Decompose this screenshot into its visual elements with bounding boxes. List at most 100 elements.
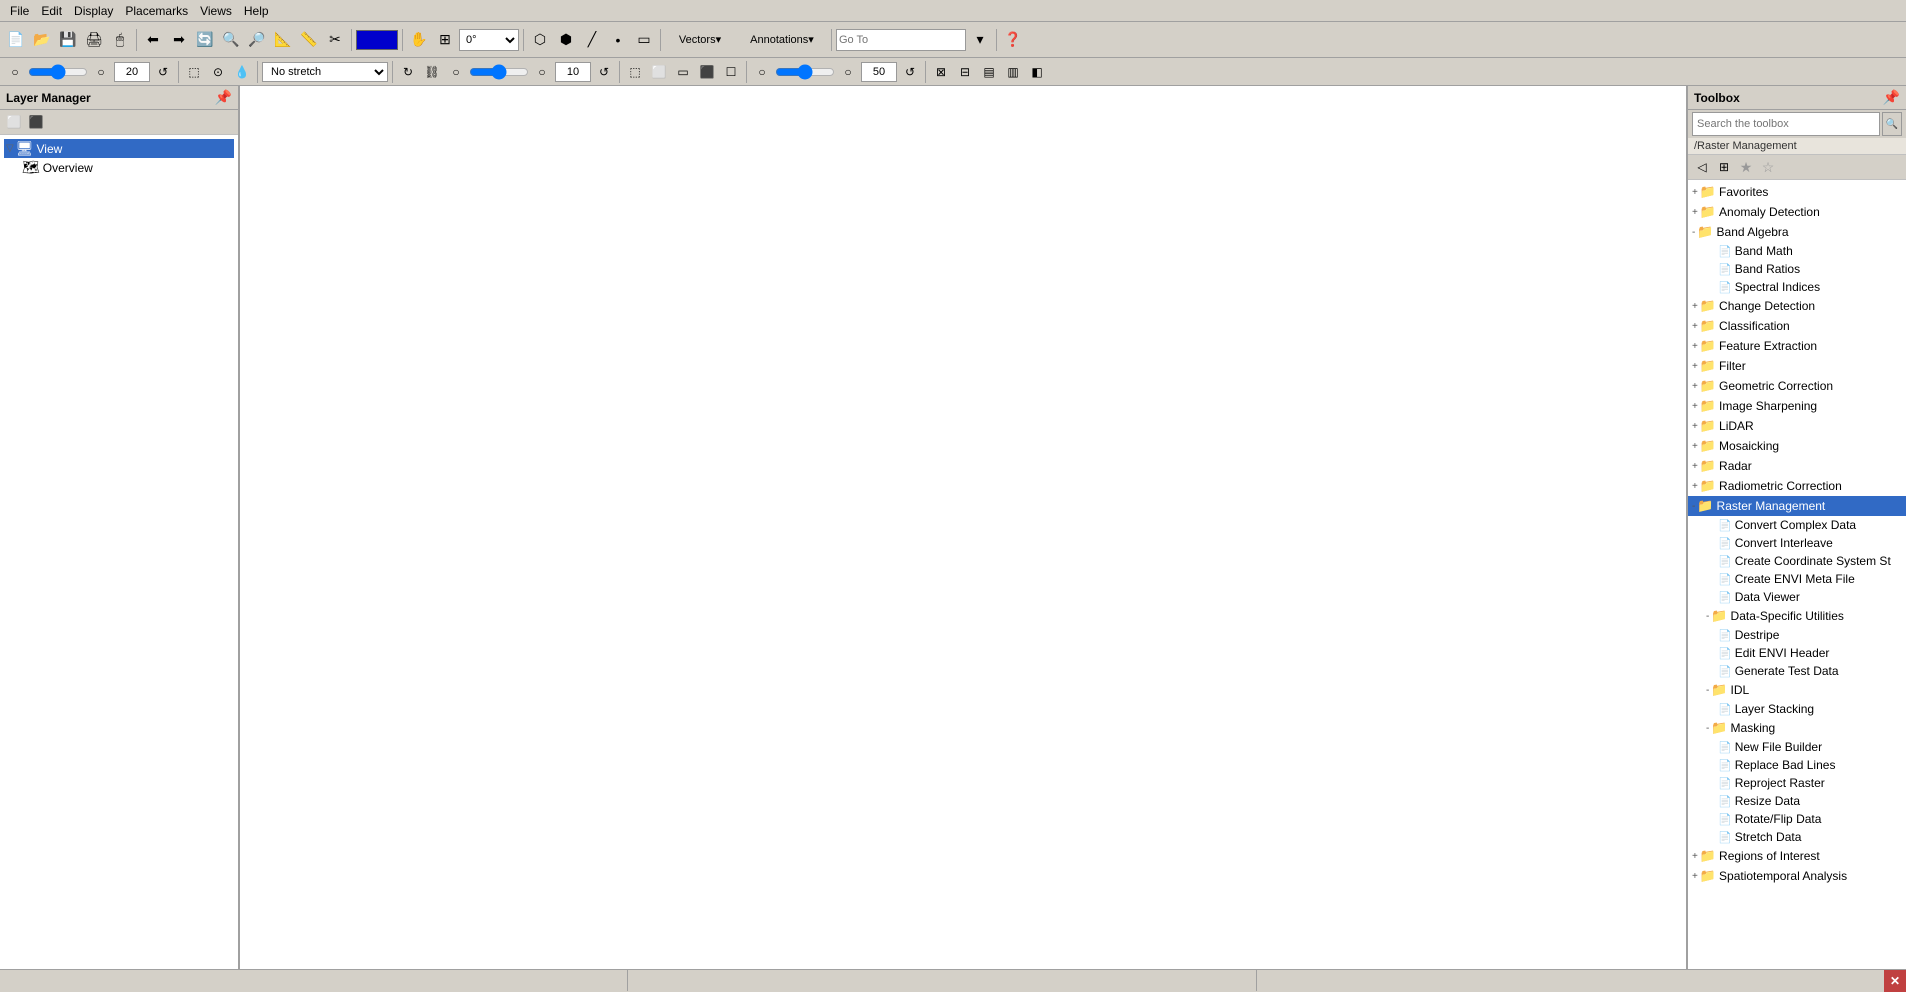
tb-save[interactable]: 💾 (56, 28, 80, 52)
status-close-btn[interactable]: ✕ (1884, 970, 1906, 992)
toolbox-tree-item-25[interactable]: 📄Generate Test Data (1688, 662, 1906, 680)
expand-icon-0[interactable]: + (1692, 187, 1698, 198)
toolbox-tree-item-26[interactable]: -📁IDL (1688, 680, 1906, 700)
toolbox-tree-item-2[interactable]: -📁Band Algebra (1688, 222, 1906, 242)
tb-ruler[interactable]: 📏 (297, 28, 321, 52)
expand-icon-8[interactable]: + (1692, 341, 1698, 352)
layer-collapse-all[interactable]: ⬜ (4, 112, 24, 132)
tb-point[interactable]: • (606, 28, 630, 52)
expand-icon-1[interactable]: + (1692, 207, 1698, 218)
tb2-btn1[interactable]: ⬚ (624, 61, 646, 83)
tb2-select-rect[interactable]: ⬚ (183, 61, 205, 83)
zoom-value-3[interactable]: 50 (861, 62, 897, 82)
tb2-circle5[interactable]: ○ (751, 61, 773, 83)
toolbox-tree-item-16[interactable]: -📁Raster Management (1688, 496, 1906, 516)
tb2-btn4[interactable]: ⬛ (696, 61, 718, 83)
tb-help[interactable]: ❓ (1001, 28, 1025, 52)
stretch-dropdown[interactable]: No stretch Linear Histogram Equalize Gau… (262, 62, 388, 82)
toolbox-tree-item-36[interactable]: +📁Spatiotemporal Analysis (1688, 866, 1906, 886)
toolbox-tree-item-24[interactable]: 📄Edit ENVI Header (1688, 644, 1906, 662)
toolbox-tree-item-20[interactable]: 📄Create ENVI Meta File (1688, 570, 1906, 588)
tb2-circle3[interactable]: ○ (445, 61, 467, 83)
expand-icon-9[interactable]: + (1692, 361, 1698, 372)
toolbox-tree-item-4[interactable]: 📄Band Ratios (1688, 260, 1906, 278)
vectors-dropdown-btn[interactable]: Vectors ▾ (665, 28, 735, 52)
tb-open[interactable]: 📂 (30, 28, 54, 52)
expand-icon-10[interactable]: + (1692, 381, 1698, 392)
toolbox-nav-toggle[interactable]: ⊞ (1714, 157, 1734, 177)
tb-pan[interactable]: ✋ (407, 28, 431, 52)
expand-icon-14[interactable]: + (1692, 461, 1698, 472)
toolbox-tree-item-18[interactable]: 📄Convert Interleave (1688, 534, 1906, 552)
toolbox-tree-item-1[interactable]: +📁Anomaly Detection (1688, 202, 1906, 222)
toolbox-nav-back[interactable]: ◁ (1692, 157, 1712, 177)
toolbox-tree-item-5[interactable]: 📄Spectral Indices (1688, 278, 1906, 296)
toolbox-tree-item-12[interactable]: +📁LiDAR (1688, 416, 1906, 436)
expand-icon-36[interactable]: + (1692, 871, 1698, 882)
tb-cut[interactable]: ✂ (323, 28, 347, 52)
tb2-refresh3[interactable]: ↺ (899, 61, 921, 83)
tb2-circle6[interactable]: ○ (837, 61, 859, 83)
tb2-pick[interactable]: 💧 (231, 61, 253, 83)
map-area[interactable] (240, 86, 1686, 969)
menu-display[interactable]: Display (68, 2, 119, 20)
tb2-btn3[interactable]: ▭ (672, 61, 694, 83)
tb2-snap3[interactable]: ▤ (978, 61, 1000, 83)
toolbox-tree-item-6[interactable]: +📁Change Detection (1688, 296, 1906, 316)
zoom-slider-2[interactable] (469, 64, 529, 80)
tb-zoom-extent[interactable]: ⊞ (433, 28, 457, 52)
tb2-snap5[interactable]: ◧ (1026, 61, 1048, 83)
expand-icon-15[interactable]: + (1692, 481, 1698, 492)
toolbox-tree-item-30[interactable]: 📄Replace Bad Lines (1688, 756, 1906, 774)
tb2-circle4[interactable]: ○ (531, 61, 553, 83)
expand-icon-22[interactable]: - (1706, 611, 1709, 622)
tb2-snap2[interactable]: ⊟ (954, 61, 976, 83)
tb2-btn5[interactable]: ☐ (720, 61, 742, 83)
expand-view[interactable]: ▽ (6, 143, 14, 154)
tb2-refresh2[interactable]: ↺ (593, 61, 615, 83)
expand-icon-2[interactable]: - (1692, 227, 1695, 238)
toolbox-pin[interactable]: 📌 (1883, 89, 1900, 106)
toolbox-tree-item-35[interactable]: +📁Regions of Interest (1688, 846, 1906, 866)
toolbox-tree-item-17[interactable]: 📄Convert Complex Data (1688, 516, 1906, 534)
layer-manager-pin[interactable]: 📌 (215, 89, 232, 106)
toolbox-star1[interactable]: ★ (1736, 157, 1756, 177)
color-box[interactable] (356, 30, 398, 50)
expand-icon-12[interactable]: + (1692, 421, 1698, 432)
expand-icon-7[interactable]: + (1692, 321, 1698, 332)
expand-icon-26[interactable]: - (1706, 685, 1709, 696)
tb2-refresh[interactable]: ↺ (152, 61, 174, 83)
tb-arrow2[interactable]: ➡ (167, 28, 191, 52)
expand-icon-16[interactable]: - (1692, 501, 1695, 512)
zoom-value-2[interactable]: 10 (555, 62, 591, 82)
tb-polygon[interactable]: ⬢ (554, 28, 578, 52)
tb-line[interactable]: ╱ (580, 28, 604, 52)
toolbox-search-btn[interactable]: 🔍 (1882, 112, 1902, 136)
toolbox-tree-item-29[interactable]: 📄New File Builder (1688, 738, 1906, 756)
expand-icon-6[interactable]: + (1692, 301, 1698, 312)
toolbox-tree-item-0[interactable]: +📁Favorites (1688, 182, 1906, 202)
menu-help[interactable]: Help (238, 2, 275, 20)
tb-refresh[interactable]: 🔄 (193, 28, 217, 52)
tb2-apply[interactable]: ↻ (397, 61, 419, 83)
toolbox-tree-item-8[interactable]: +📁Feature Extraction (1688, 336, 1906, 356)
toolbox-tree-item-32[interactable]: 📄Resize Data (1688, 792, 1906, 810)
toolbox-tree-item-31[interactable]: 📄Reproject Raster (1688, 774, 1906, 792)
toolbox-tree-item-10[interactable]: +📁Geometric Correction (1688, 376, 1906, 396)
tb-measure[interactable]: 📐 (271, 28, 295, 52)
tb2-select-circle[interactable]: ⊙ (207, 61, 229, 83)
toolbox-tree-item-33[interactable]: 📄Rotate/Flip Data (1688, 810, 1906, 828)
toolbox-tree-item-13[interactable]: +📁Mosaicking (1688, 436, 1906, 456)
expand-icon-35[interactable]: + (1692, 851, 1698, 862)
toolbox-tree-item-11[interactable]: +📁Image Sharpening (1688, 396, 1906, 416)
toolbox-tree-item-34[interactable]: 📄Stretch Data (1688, 828, 1906, 846)
goto-input[interactable] (836, 29, 966, 51)
toolbox-tree-item-19[interactable]: 📄Create Coordinate System St (1688, 552, 1906, 570)
tb2-snap1[interactable]: ⊠ (930, 61, 952, 83)
toolbox-tree-item-15[interactable]: +📁Radiometric Correction (1688, 476, 1906, 496)
tb-new[interactable]: 📄 (4, 28, 28, 52)
toolbox-tree-item-21[interactable]: 📄Data Viewer (1688, 588, 1906, 606)
expand-icon-11[interactable]: + (1692, 401, 1698, 412)
tb2-chain[interactable]: ⛓ (421, 61, 443, 83)
goto-btn[interactable]: ▾ (968, 28, 992, 52)
